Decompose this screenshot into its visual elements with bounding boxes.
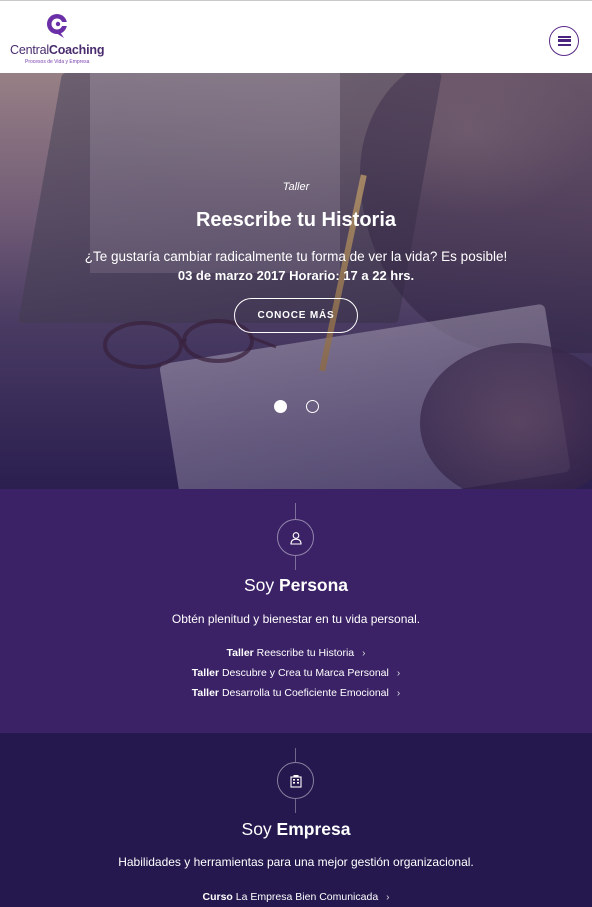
- hero-description: ¿Te gustaría cambiar radicalmente tu for…: [84, 249, 508, 264]
- persona-description: Obtén plenitud y bienestar en tu vida pe…: [171, 612, 421, 626]
- persona-title: Soy Persona: [243, 575, 349, 595]
- slider-dot-1[interactable]: [274, 400, 287, 413]
- persona-link-2[interactable]: Taller Descubre y Crea tu Marca Personal…: [0, 667, 592, 679]
- empresa-section: Soy Empresa Habilidades y herramientas p…: [0, 733, 592, 907]
- persona-link-3[interactable]: Taller Desarrolla tu Coeficiente Emocion…: [0, 687, 592, 699]
- logo[interactable]: CentralCoaching Procesos de Vida y Empre…: [10, 13, 110, 69]
- conoce-mas-button[interactable]: CONOCE MÁS: [234, 298, 358, 333]
- person-icon-circle: [277, 519, 314, 556]
- divider-line: [295, 748, 296, 762]
- hero-kicker: Taller: [282, 181, 310, 193]
- hero-date: 03 de marzo 2017 Horario: 17 a 22 hrs.: [177, 268, 415, 283]
- persona-section: Soy Persona Obtén plenitud y bienestar e…: [0, 489, 592, 733]
- chevron-right-icon: ›: [396, 668, 401, 679]
- hero-title: Reescribe tu Historia: [195, 209, 397, 231]
- hamburger-menu-button[interactable]: [549, 26, 579, 56]
- hamburger-menu-icon: [557, 36, 571, 46]
- slider-dot-2[interactable]: [306, 400, 319, 413]
- hero-slider: Taller Reescribe tu Historia ¿Te gustarí…: [0, 73, 592, 489]
- building-icon-circle: [277, 762, 314, 799]
- chevron-right-icon: ›: [396, 688, 401, 699]
- person-icon: [289, 531, 302, 545]
- empresa-description: Habilidades y herramientas para una mejo…: [118, 855, 474, 869]
- empresa-link-1[interactable]: Curso La Empresa Bien Comunicada ›: [0, 891, 592, 903]
- logo-mark-icon: [47, 14, 68, 38]
- chevron-right-icon: ›: [362, 648, 366, 659]
- divider-line: [295, 503, 296, 519]
- persona-link-1[interactable]: Taller Reescribe tu Historia ›: [0, 647, 592, 659]
- chevron-right-icon: ›: [386, 892, 390, 903]
- divider-line: [295, 799, 296, 813]
- logo-tagline: Procesos de Vida y Empresa: [25, 59, 90, 65]
- site-header: CentralCoaching Procesos de Vida y Empre…: [0, 0, 592, 73]
- slider-pagination: [0, 400, 592, 414]
- building-icon: [289, 774, 302, 788]
- divider-line: [295, 556, 296, 570]
- logo-text: CentralCoaching: [10, 43, 105, 57]
- empresa-title: Soy Empresa: [241, 819, 351, 839]
